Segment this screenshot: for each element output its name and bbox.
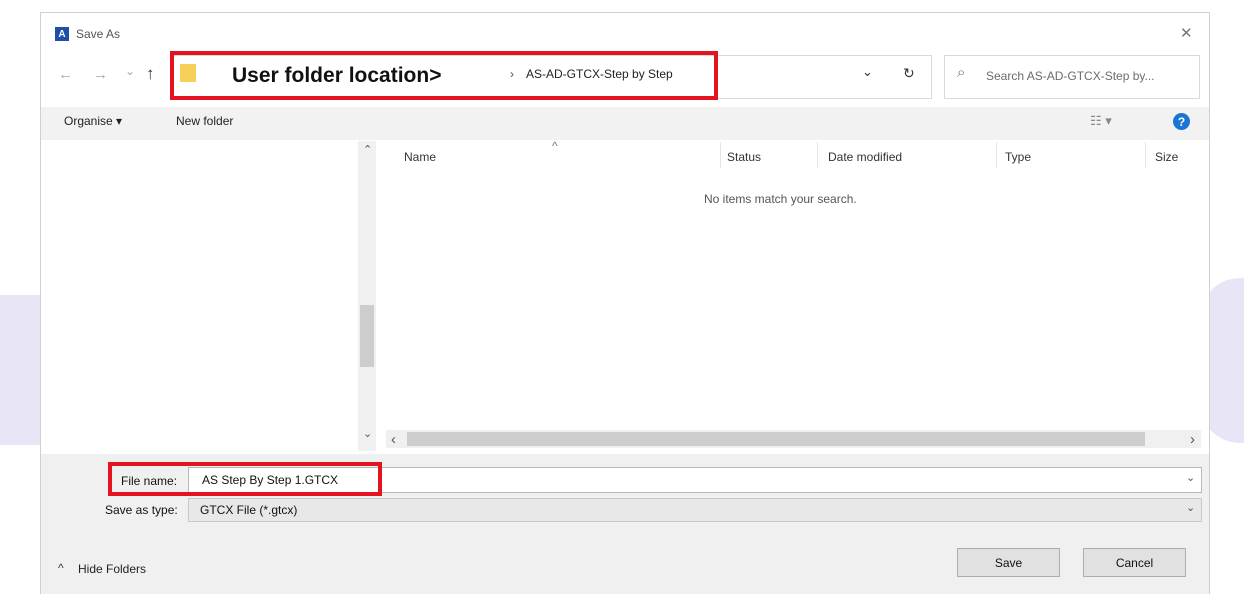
refresh-icon[interactable]: ↻ — [903, 65, 915, 82]
empty-results-message: No items match your search. — [704, 192, 857, 206]
search-icon: ⌕ — [957, 64, 966, 81]
column-divider — [996, 142, 997, 168]
nav-pane-scrollbar[interactable] — [358, 141, 376, 451]
scroll-left-icon[interactable]: ‹ — [391, 431, 396, 448]
scroll-down-icon[interactable]: ⌄ — [363, 427, 372, 440]
column-header-name[interactable]: Name — [404, 150, 436, 164]
cancel-button[interactable]: Cancel — [1083, 548, 1186, 577]
scroll-up-icon[interactable]: ⌃ — [363, 143, 372, 156]
save-as-type-value: GTCX File (*.gtcx) — [200, 503, 298, 517]
hide-folders-button[interactable]: Hide Folders — [78, 562, 146, 576]
user-folder-location-annotation: User folder location> — [232, 64, 442, 87]
organise-button[interactable]: Organise ▾ — [64, 114, 122, 128]
help-icon[interactable]: ? — [1173, 113, 1190, 130]
save-as-type-select[interactable] — [188, 498, 1202, 522]
annotation-highlight-file-name — [108, 462, 382, 496]
column-divider — [720, 142, 721, 168]
view-options-icon[interactable]: ☷ ▾ — [1090, 113, 1112, 129]
hide-folders-icon[interactable]: ^ — [58, 561, 64, 575]
back-arrow-icon[interactable]: ← — [58, 66, 73, 83]
new-folder-button[interactable]: New folder — [176, 114, 233, 128]
recent-locations-icon[interactable]: ⌄ — [125, 64, 135, 78]
window-title: Save As — [76, 27, 121, 41]
address-dropdown-icon[interactable]: ⌄ — [862, 64, 873, 80]
sort-indicator-icon: ^ — [552, 139, 558, 153]
column-header-date-modified[interactable]: Date modified — [828, 150, 902, 164]
column-header-type[interactable]: Type — [1005, 150, 1031, 164]
chevron-down-icon[interactable]: ⌄ — [1186, 501, 1195, 514]
nav-pane-scroll-thumb[interactable] — [360, 305, 374, 367]
column-header-status[interactable]: Status — [727, 150, 761, 164]
app-icon: A — [55, 27, 69, 41]
forward-arrow-icon[interactable]: → — [93, 66, 108, 83]
up-arrow-icon[interactable]: ↑ — [146, 64, 155, 84]
chevron-right-icon: › — [510, 67, 514, 81]
breadcrumb-current-folder[interactable]: AS-AD-GTCX-Step by Step — [526, 67, 673, 81]
column-header-size[interactable]: Size — [1155, 150, 1178, 164]
save-button[interactable]: Save — [957, 548, 1060, 577]
search-placeholder: Search AS-AD-GTCX-Step by... — [986, 69, 1155, 83]
chevron-down-icon[interactable]: ⌄ — [1186, 471, 1195, 484]
save-as-type-label: Save as type: — [105, 503, 178, 517]
background-shape-left — [0, 295, 40, 445]
horizontal-scroll-thumb[interactable] — [407, 432, 1145, 446]
scroll-right-icon[interactable]: › — [1190, 431, 1195, 448]
column-divider — [1145, 142, 1146, 168]
column-divider — [817, 142, 818, 168]
close-icon[interactable]: ✕ — [1180, 24, 1193, 42]
